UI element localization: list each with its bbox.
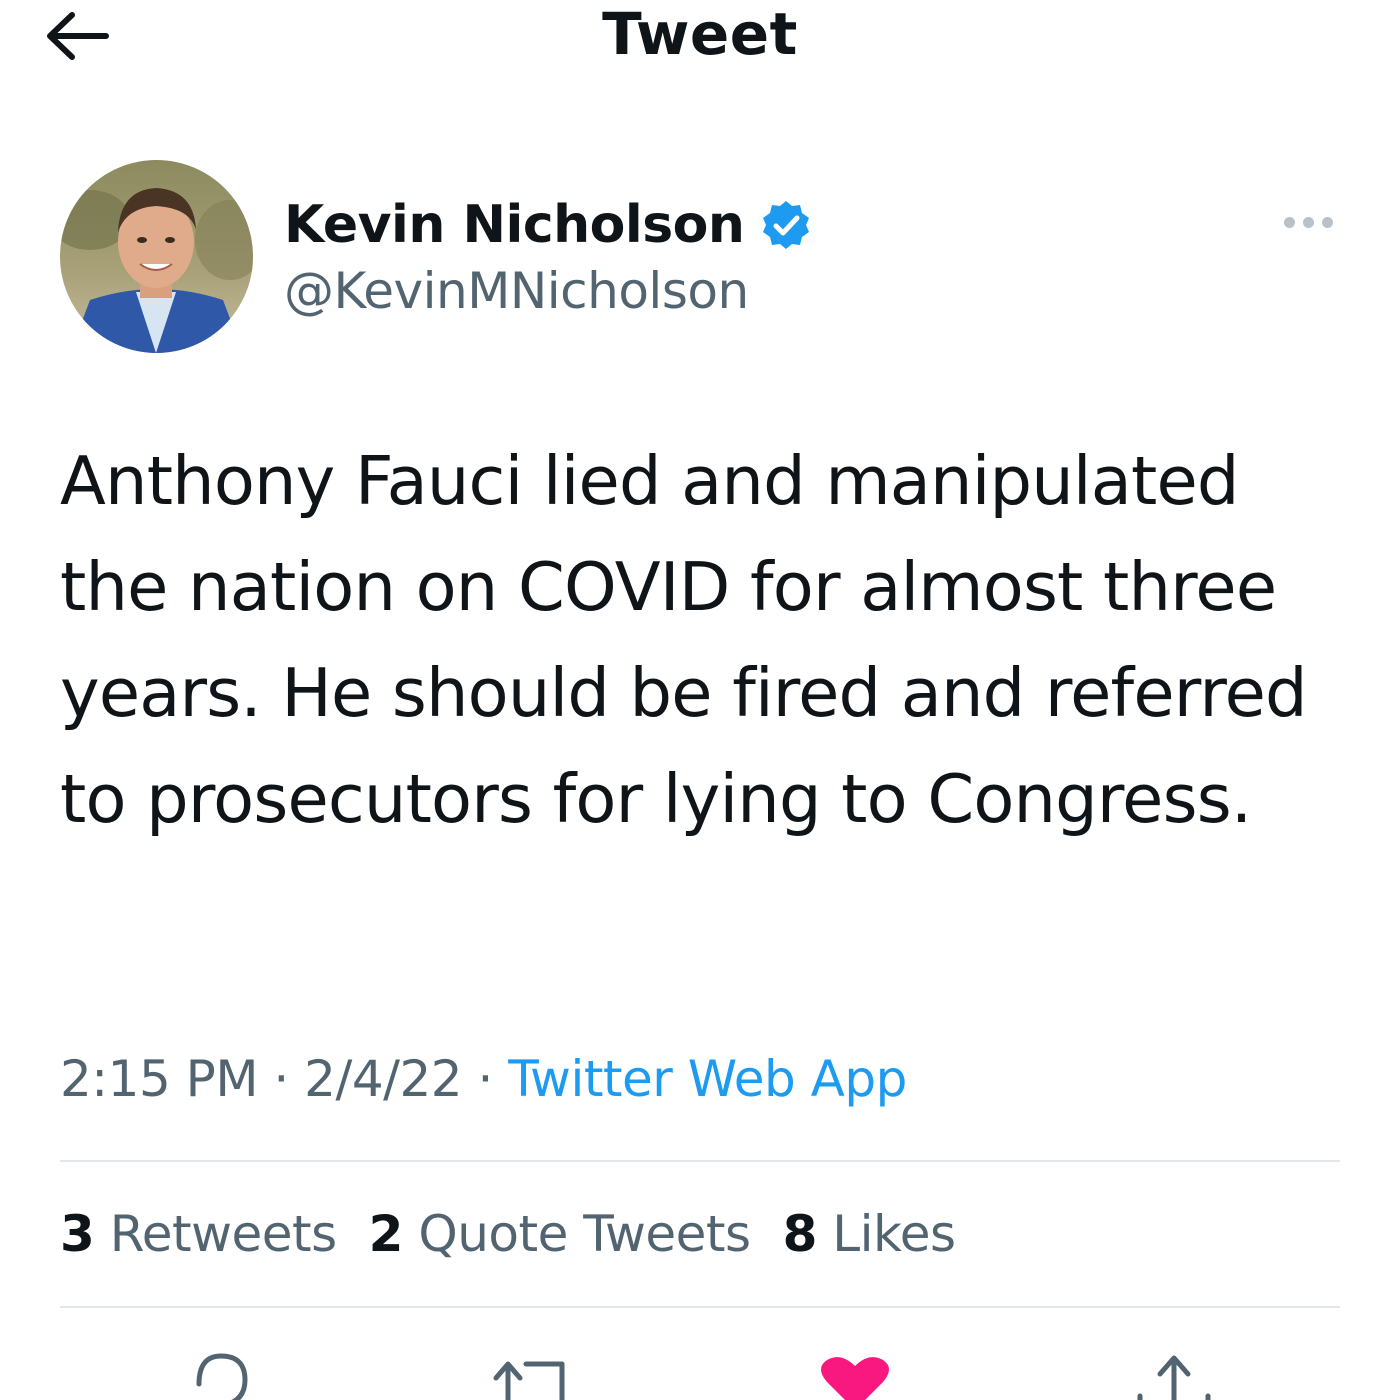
tweet-time[interactable]: 2:15 PM	[60, 1050, 258, 1108]
quote-tweets-stat[interactable]: 2 Quote Tweets	[369, 1205, 751, 1263]
reply-icon	[196, 1353, 248, 1400]
more-options-button[interactable]	[1276, 200, 1340, 244]
tweet-meta: 2:15 PM · 2/4/22 · Twitter Web App	[60, 1050, 907, 1108]
tweet-detail-page: Tweet Kevin Nicholson @KevinMNicholson A…	[0, 0, 1400, 1400]
tweet-source-link[interactable]: Twitter Web App	[508, 1050, 907, 1108]
reply-button[interactable]	[176, 1350, 266, 1400]
tweet-date[interactable]: 2/4/22	[304, 1050, 462, 1108]
likes-stat[interactable]: 8 Likes	[783, 1205, 956, 1263]
retweets-label: Retweets	[109, 1205, 337, 1263]
author-name[interactable]: Kevin Nicholson	[284, 195, 745, 255]
avatar[interactable]	[60, 160, 253, 353]
share-icon	[1137, 1355, 1211, 1400]
retweet-icon	[493, 1361, 565, 1400]
share-button[interactable]	[1130, 1350, 1220, 1400]
engagement-stats: 3 Retweets 2 Quote Tweets 8 Likes	[60, 1205, 956, 1263]
meta-separator: ·	[257, 1050, 305, 1108]
retweets-stat[interactable]: 3 Retweets	[60, 1205, 337, 1263]
heart-filled-icon	[821, 1357, 889, 1400]
more-horizontal-icon	[1283, 216, 1295, 228]
profile-photo	[60, 160, 253, 353]
likes-count: 8	[782, 1205, 818, 1263]
divider	[60, 1306, 1340, 1308]
retweets-count: 3	[60, 1205, 95, 1263]
meta-separator: ·	[462, 1050, 509, 1108]
verified-badge-icon	[763, 201, 810, 249]
author-name-row[interactable]: Kevin Nicholson	[284, 193, 812, 257]
like-button[interactable]	[810, 1350, 900, 1400]
retweet-button[interactable]	[486, 1350, 576, 1400]
tweet-text: Anthony Fauci lied and manipulated the n…	[60, 442, 1308, 838]
author-handle[interactable]: @KevinMNicholson	[284, 262, 749, 320]
quote-tweets-count: 2	[368, 1205, 404, 1263]
divider	[60, 1160, 1340, 1162]
likes-label: Likes	[832, 1205, 956, 1263]
page-title: Tweet	[602, 0, 798, 68]
quote-tweets-label: Quote Tweets	[418, 1205, 751, 1263]
